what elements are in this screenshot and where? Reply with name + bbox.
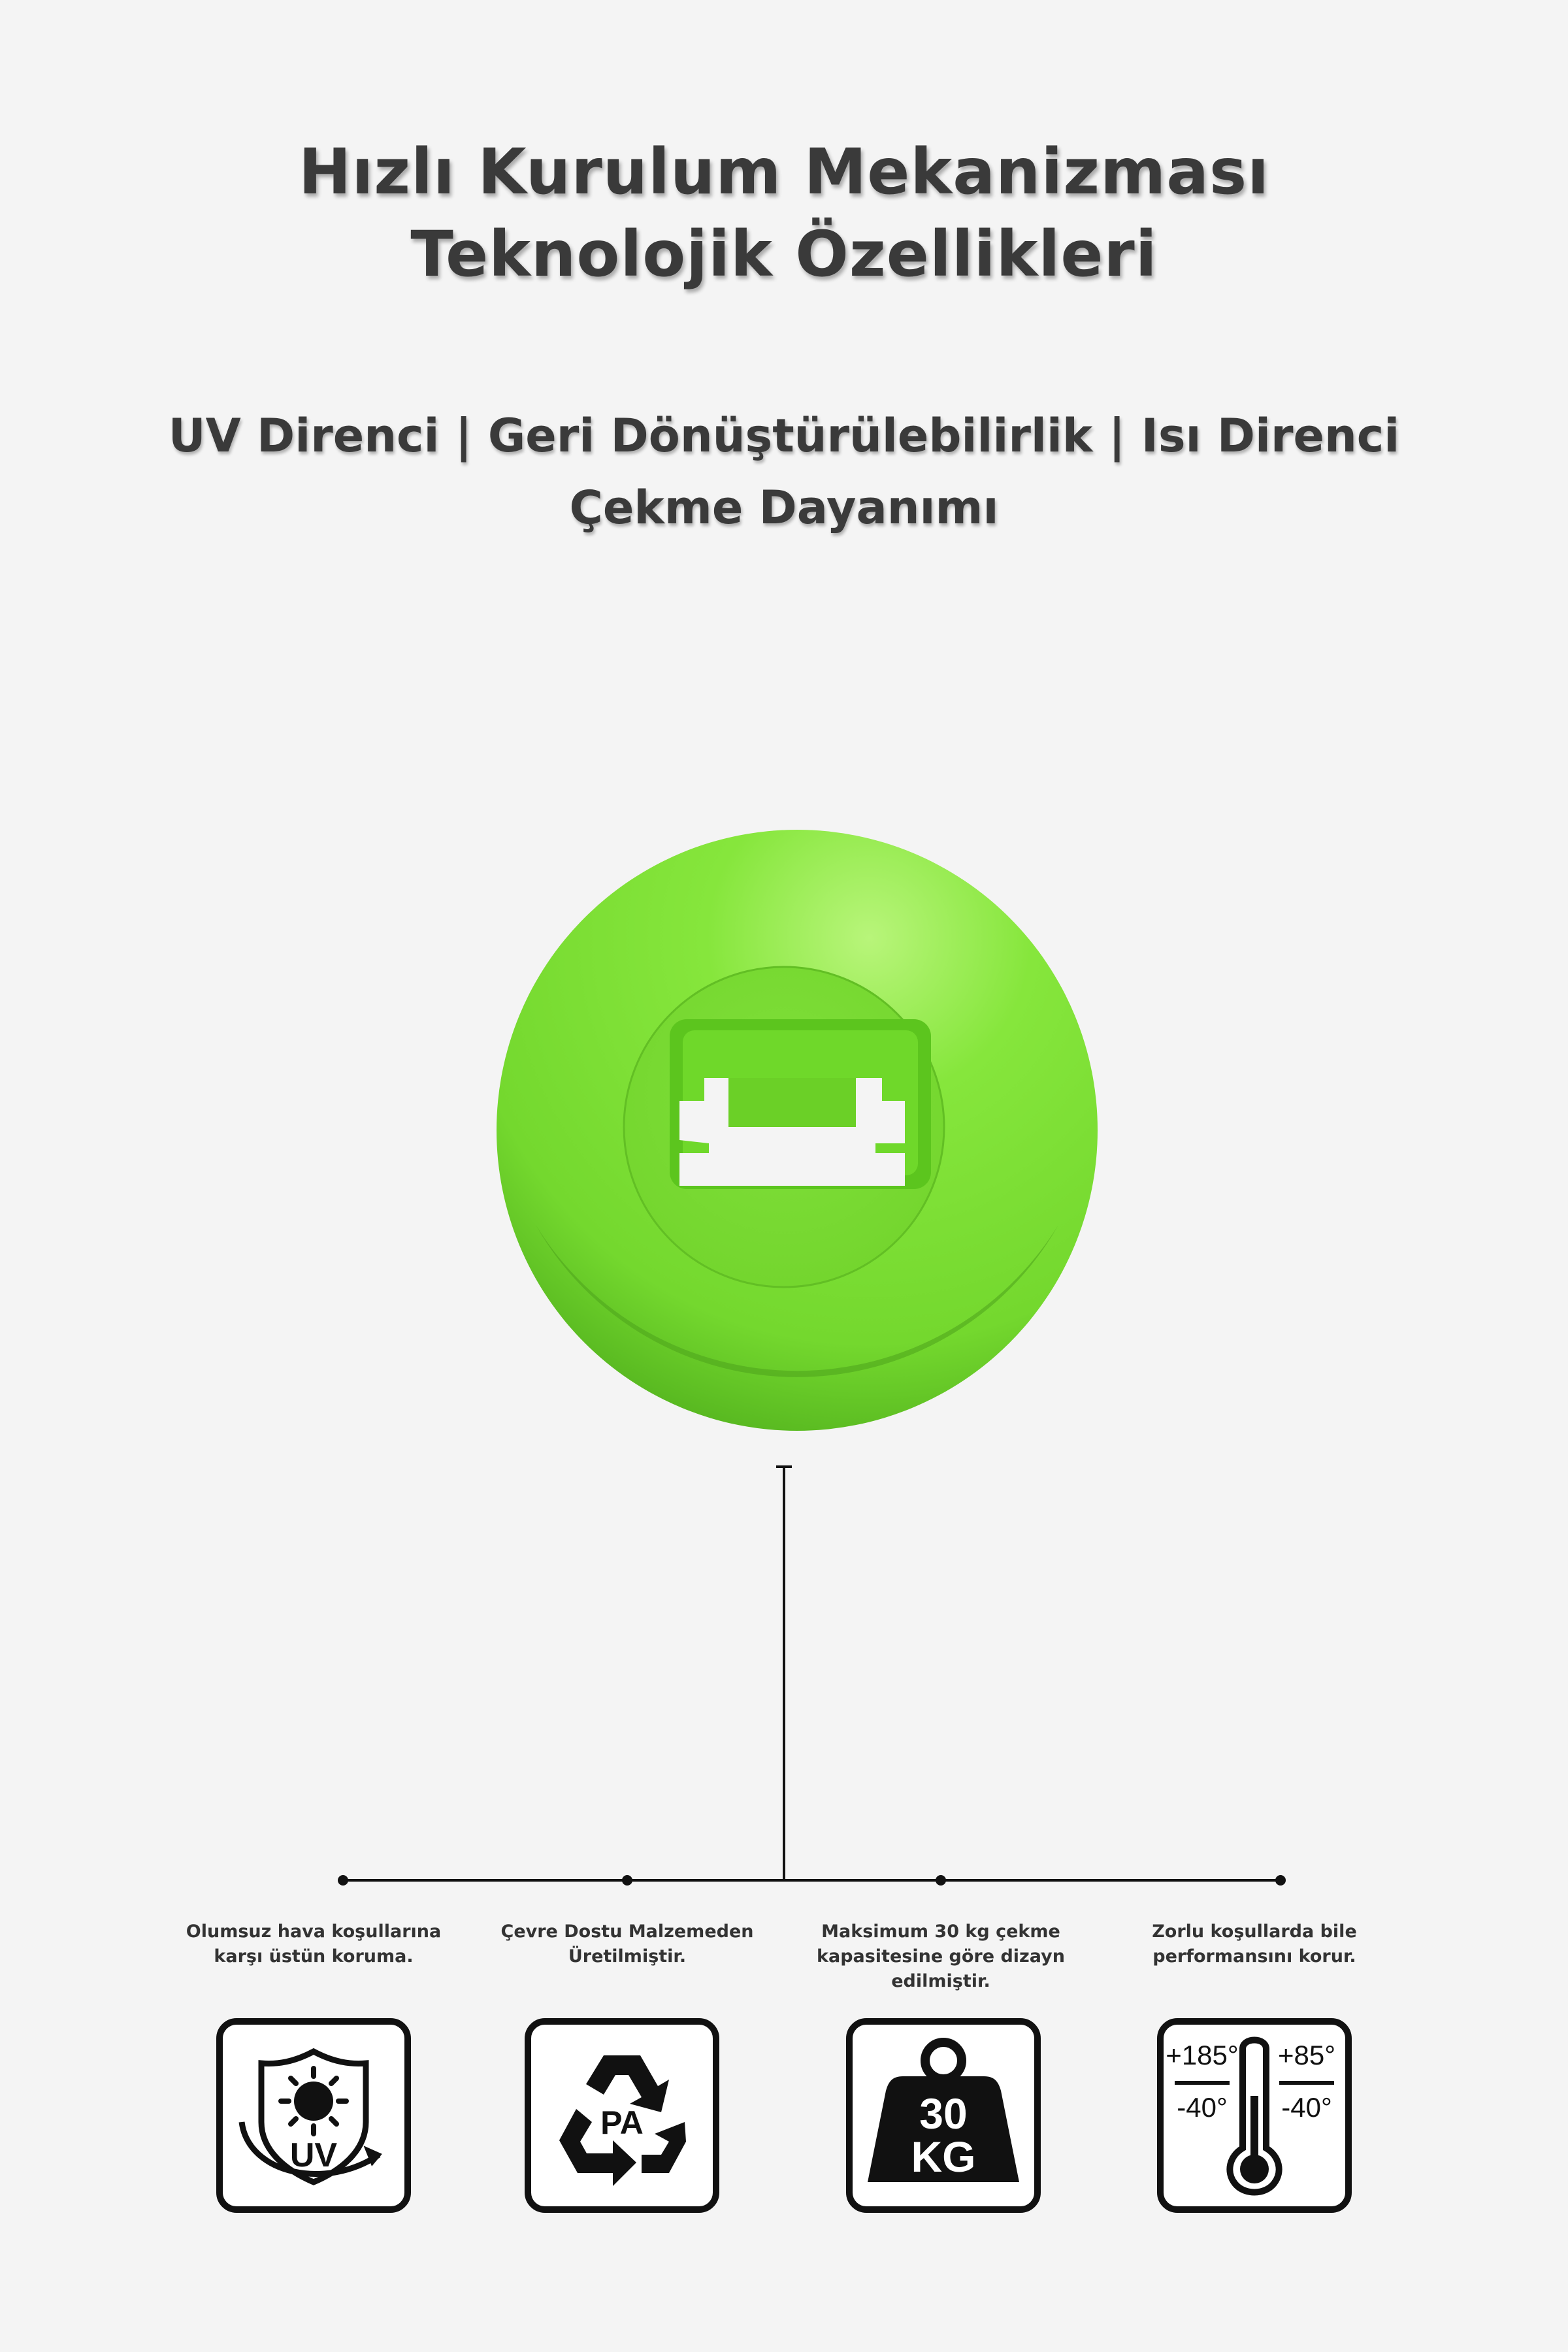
recycle-icon: PA: [525, 2018, 719, 2213]
weight-icon: 30 KG: [846, 2018, 1041, 2213]
feature-caption-eco: Çevre Dostu Malzemeden Üretilmiştir.: [500, 1921, 754, 1967]
svg-text:-40°: -40°: [1177, 2092, 1228, 2123]
connector-dot: [1275, 1875, 1286, 1886]
title-line-2: Teknolojik Özellikleri: [410, 218, 1158, 291]
feature-caption-temp: Zorlu koşullarda bile performansını koru…: [1152, 1921, 1357, 1967]
thermometer-icon: +185° -40° +85° -40°: [1157, 2018, 1352, 2213]
connector-dot: [936, 1875, 946, 1886]
svg-text:+185°: +185°: [1166, 2040, 1238, 2070]
page-title: Hızlı Kurulum Mekanizması Teknolojik Öze…: [0, 131, 1568, 295]
uv-shield-icon: UV: [216, 2018, 411, 2213]
subtitle-line-1: UV Direnci | Geri Dönüştürülebilirlik | …: [168, 409, 1400, 463]
product-image: [497, 830, 1098, 1431]
subtitle-line-2: Çekme Dayanımı: [569, 481, 999, 534]
page-subtitle: UV Direnci | Geri Dönüştürülebilirlik | …: [0, 400, 1568, 544]
svg-text:+85°: +85°: [1278, 2040, 1335, 2070]
svg-text:30: 30: [919, 2089, 967, 2138]
connector-dot: [622, 1875, 632, 1886]
title-line-1: Hızlı Kurulum Mekanizması: [298, 135, 1270, 208]
svg-text:-40°: -40°: [1281, 2092, 1332, 2123]
svg-text:KG: KG: [911, 2132, 976, 2181]
svg-text:PA: PA: [600, 2104, 644, 2141]
feature-caption-uv: Olumsuz hava koşullarına karşı üstün kor…: [186, 1921, 442, 1967]
connector-dot: [338, 1875, 348, 1886]
svg-text:UV: UV: [290, 2136, 338, 2174]
feature-caption-load: Maksimum 30 kg çekme kapasitesine göre d…: [817, 1921, 1065, 1991]
